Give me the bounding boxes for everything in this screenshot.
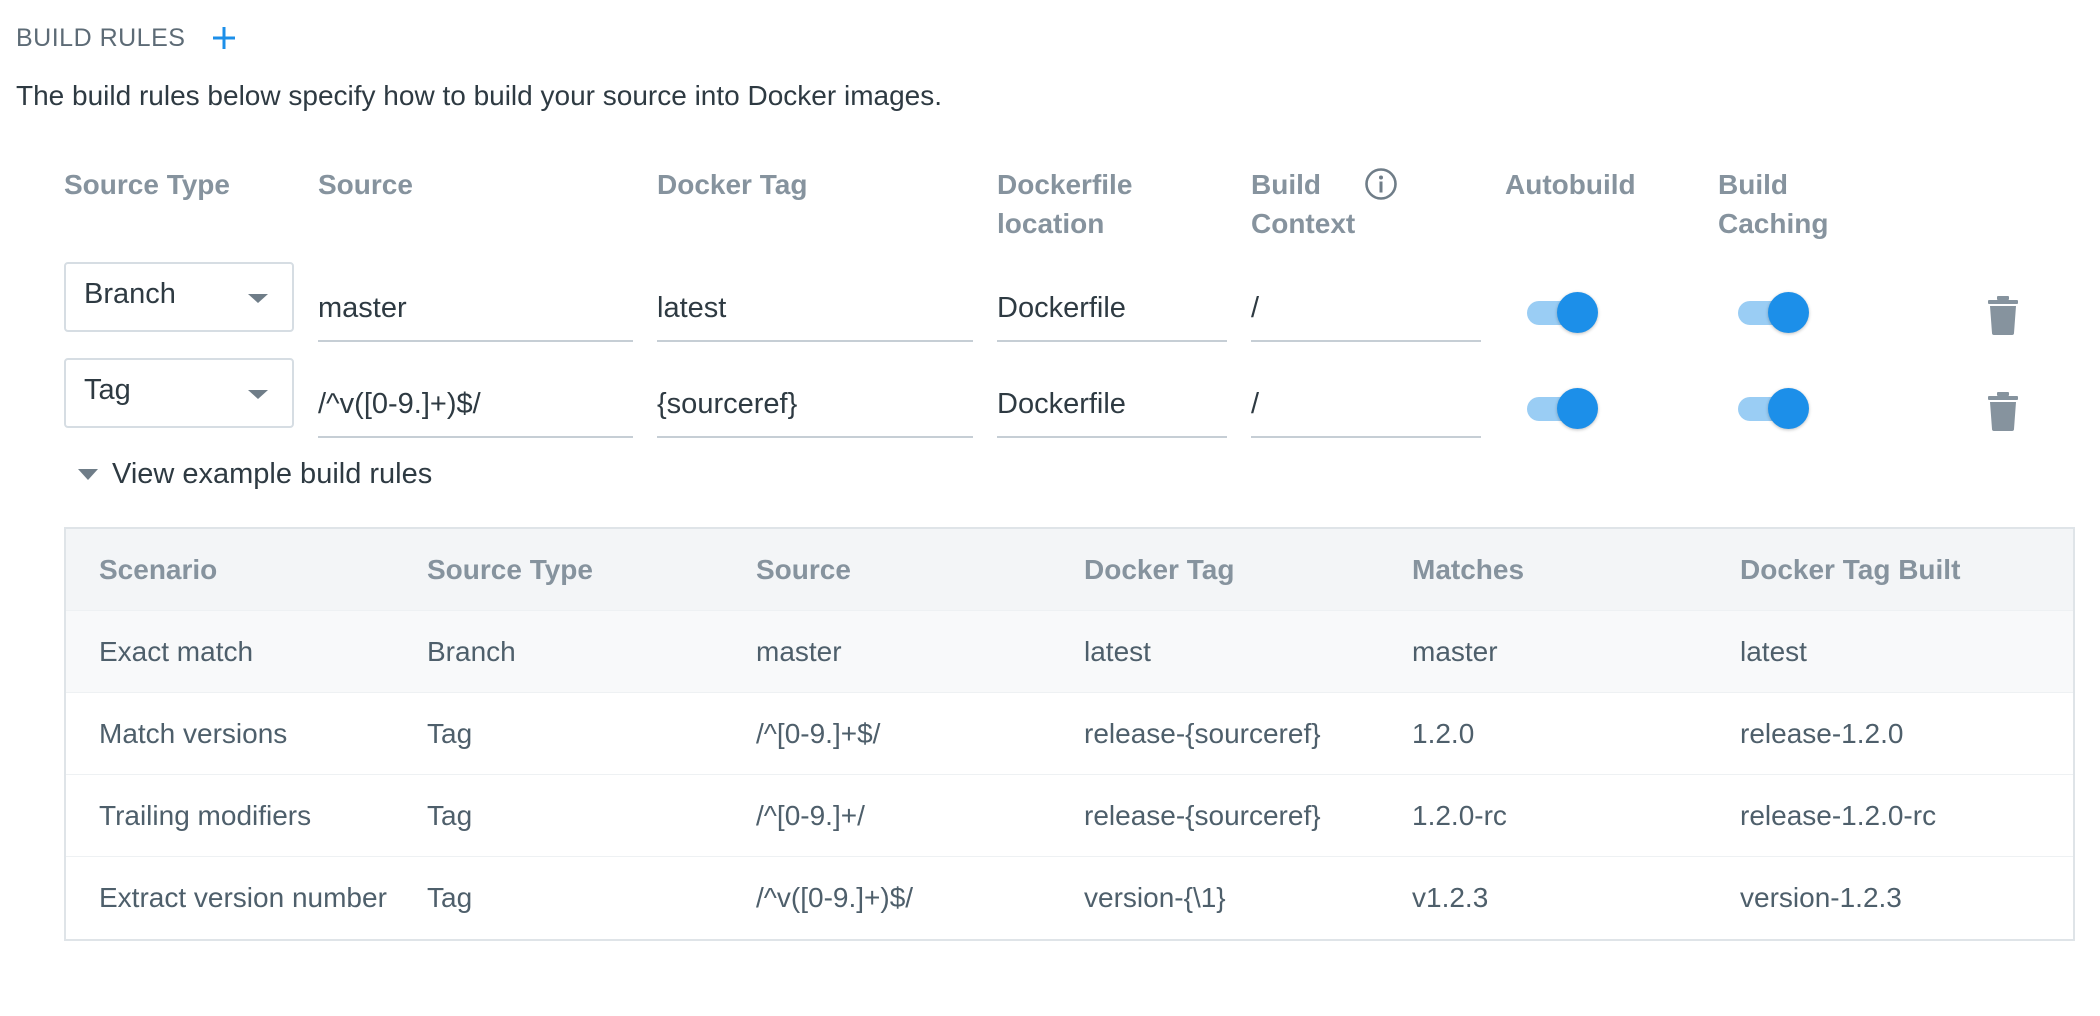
build-context-field[interactable]	[1251, 272, 1481, 342]
build-context-input[interactable]	[1251, 388, 1481, 421]
source-type-select[interactable]: Tag	[64, 358, 294, 428]
table-cell: /^[0-9.]+$/	[756, 718, 881, 749]
table-row: Exact match Branch master latest master …	[66, 611, 2073, 693]
column-header-build-context-line1: Build	[1251, 169, 1321, 200]
build-rule-row: Tag	[0, 358, 2100, 448]
trash-icon[interactable]	[1986, 295, 2020, 335]
table-header-cell: Source Type	[427, 554, 593, 585]
info-icon[interactable]	[1364, 167, 1398, 201]
table-cell: release-{sourceref}	[1084, 718, 1321, 749]
build-context-field[interactable]	[1251, 368, 1481, 438]
column-header-docker-tag: Docker Tag	[657, 169, 808, 200]
table-cell: version-{\1}	[1084, 882, 1226, 913]
build-caching-toggle[interactable]	[1736, 292, 1810, 333]
table-row: Extract version number Tag /^v([0-9.]+)$…	[66, 857, 2073, 939]
dockerfile-location-field[interactable]	[997, 272, 1227, 342]
table-header-cell: Scenario	[99, 554, 218, 585]
source-field[interactable]	[318, 368, 633, 438]
table-header-cell: Docker Tag	[1084, 554, 1235, 585]
build-context-input[interactable]	[1251, 292, 1481, 325]
docker-tag-field[interactable]	[657, 368, 973, 438]
table-cell: Tag	[427, 718, 473, 749]
table-cell: Match versions	[99, 718, 288, 749]
table-cell: 1.2.0	[1412, 718, 1475, 749]
build-caching-toggle[interactable]	[1736, 388, 1810, 429]
section-header: BUILD RULES	[16, 18, 241, 58]
docker-tag-input[interactable]	[657, 292, 973, 325]
table-header-cell: Source	[756, 554, 851, 585]
table-cell: v1.2.3	[1412, 882, 1489, 913]
table-cell: Tag	[427, 882, 473, 913]
chevron-down-icon	[248, 390, 268, 399]
table-header-row: Scenario Source Type Source Docker Tag M…	[66, 529, 2073, 611]
table-cell: release-1.2.0-rc	[1740, 800, 1937, 831]
table-cell: master	[756, 636, 842, 667]
table-cell: version-1.2.3	[1740, 882, 1902, 913]
table-row: Match versions Tag /^[0-9.]+$/ release-{…	[66, 693, 2073, 775]
table-cell: 1.2.0-rc	[1412, 800, 1507, 831]
table-header-cell: Matches	[1412, 554, 1525, 585]
toggle-knob	[1768, 292, 1809, 333]
caret-down-icon	[78, 469, 98, 480]
toggle-knob	[1557, 292, 1598, 333]
column-header-build-context: Build Context	[1251, 165, 1355, 243]
build-rules-page: BUILD RULES The build rules below specif…	[0, 0, 2100, 1016]
example-build-rules-table: Scenario Source Type Source Docker Tag M…	[64, 527, 2075, 941]
table-cell: Tag	[427, 800, 473, 831]
plus-icon	[213, 27, 236, 49]
table-cell: /^v([0-9.]+)$/	[756, 882, 914, 913]
table-row: Trailing modifiers Tag /^[0-9.]+/ releas…	[66, 775, 2073, 857]
view-example-build-rules-label: View example build rules	[112, 458, 433, 490]
column-header-dockerfile-location-line2: location	[997, 208, 1105, 239]
column-header-build-caching-line2: Caching	[1718, 208, 1829, 239]
dockerfile-location-input[interactable]	[997, 388, 1227, 421]
table-cell: latest	[1084, 636, 1151, 667]
toggle-knob	[1557, 388, 1598, 429]
table-cell: latest	[1740, 636, 1807, 667]
source-type-select[interactable]: Branch	[64, 262, 294, 332]
table-header-cell: Docker Tag Built	[1740, 554, 1961, 585]
table-cell: Exact match	[99, 636, 254, 667]
column-header-build-caching-line1: Build	[1718, 169, 1788, 200]
view-example-build-rules-toggle[interactable]: View example build rules	[78, 458, 432, 491]
source-field[interactable]	[318, 272, 633, 342]
table-cell: /^[0-9.]+/	[756, 800, 865, 831]
source-input[interactable]	[318, 388, 633, 421]
trash-icon[interactable]	[1986, 391, 2020, 431]
source-input[interactable]	[318, 292, 633, 325]
column-header-build-caching: Build Caching	[1718, 165, 1828, 243]
table-cell: release-{sourceref}	[1084, 800, 1321, 831]
column-header-build-context-line2: Context	[1251, 208, 1356, 239]
toggle-knob	[1768, 388, 1809, 429]
section-title: BUILD RULES	[16, 23, 186, 52]
column-header-autobuild: Autobuild	[1505, 169, 1636, 200]
docker-tag-input[interactable]	[657, 388, 973, 421]
add-rule-button[interactable]	[207, 21, 241, 55]
table-cell: master	[1412, 636, 1498, 667]
build-rule-row: Branch	[0, 262, 2100, 352]
column-header-source: Source	[318, 169, 413, 200]
autobuild-toggle[interactable]	[1525, 292, 1599, 333]
chevron-down-icon	[248, 294, 268, 303]
table-cell: Trailing modifiers	[99, 800, 312, 831]
dockerfile-location-field[interactable]	[997, 368, 1227, 438]
section-description: The build rules below specify how to bui…	[16, 80, 943, 111]
source-type-value: Branch	[84, 278, 176, 310]
dockerfile-location-input[interactable]	[997, 292, 1227, 325]
docker-tag-field[interactable]	[657, 272, 973, 342]
table-cell: Branch	[427, 636, 516, 667]
autobuild-toggle[interactable]	[1525, 388, 1599, 429]
table-cell: release-1.2.0	[1740, 718, 1904, 749]
source-type-value: Tag	[84, 374, 131, 406]
table-cell: Extract version number	[99, 882, 387, 913]
column-header-dockerfile-location-line1: Dockerfile	[997, 169, 1133, 200]
column-header-dockerfile-location: Dockerfile location	[997, 165, 1132, 243]
column-header-source-type: Source Type	[64, 169, 230, 200]
